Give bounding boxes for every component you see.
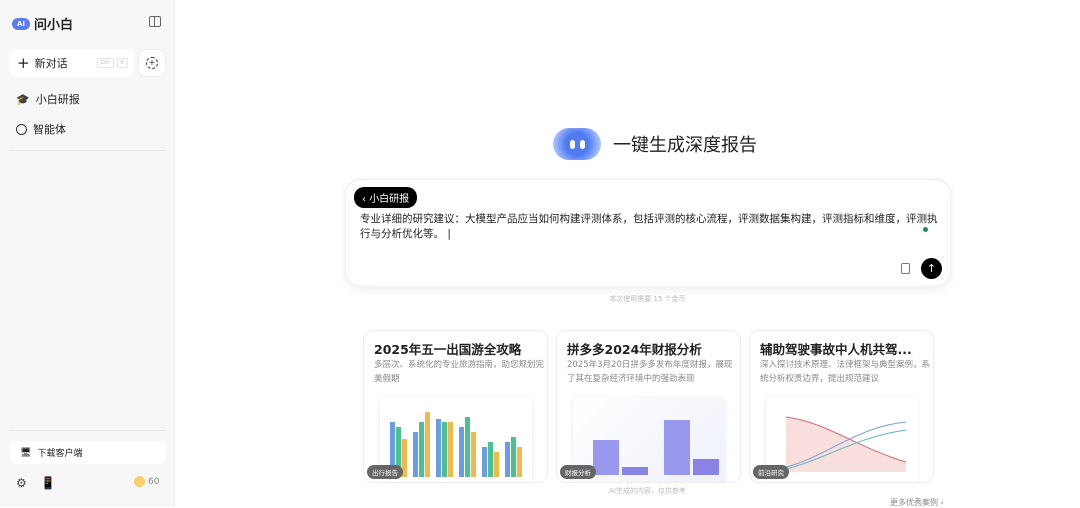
thumb-bar [448, 422, 453, 477]
thumb-bar [425, 412, 430, 477]
thumb-bar [664, 420, 690, 475]
sidebar: AI 问小白 + 新对话 Ctrl K + 🎓 小白研报 智能体 🖥 下载客户端 ⚙ 📱 60 [0, 0, 175, 507]
card-desc: 2025年3月20日拼多多发布年度财报，展现了其在复杂经济环境中的强劲表现 [567, 360, 733, 384]
mode-pill-label: 小白研报 [369, 194, 410, 205]
sidebar-item-label: 小白研报 [35, 93, 80, 106]
example-card[interactable]: 2025年五一出国游全攻略 多层次、系统化的专业旅游指南，助您规划完美假期 出行… [363, 330, 548, 483]
thumb-bar [517, 447, 522, 477]
shortcut-key: K [116, 58, 128, 68]
more-examples-link[interactable]: 更多优秀案例 › [890, 497, 944, 508]
plus-icon: + [17, 54, 30, 72]
sidebar-item-agents[interactable]: 智能体 [16, 121, 66, 137]
thumb-bar [459, 427, 464, 477]
sidebar-item-label: 智能体 [33, 123, 66, 136]
card-tag: 财报分析 [560, 465, 596, 479]
disclaimer: AI生成的内容，仅供参考 [609, 487, 686, 495]
card-title: 辅助驾驶事故中人机共驾... [760, 342, 912, 357]
card-title: 2025年五一出国游全攻略 [374, 342, 522, 357]
prompt-box[interactable]: ‹ 小白研报 专业详细的研究建议：大模型产品应当如何构建评测体系，包括评测的核心… [345, 179, 951, 287]
prompt-input[interactable]: 专业详细的研究建议：大模型产品应当如何构建评测体系，包括评测的核心流程，评测数据… [360, 212, 940, 242]
new-chat-button[interactable]: + 新对话 Ctrl K [9, 49, 134, 77]
thumb-bar [419, 422, 424, 477]
card-desc: 深入探讨技术原理、法律框架与典型案例，系统分析权责边界，提出规范建议 [760, 360, 931, 384]
thumb-bar [593, 440, 619, 475]
thumb-bar [511, 437, 516, 477]
hero-title: 一键生成深度报告 [613, 135, 757, 156]
example-card[interactable]: 拼多多2024年财报分析 2025年3月20日拼多多发布年度财报，展现了其在复杂… [556, 330, 741, 483]
mode-pill[interactable]: ‹ 小白研报 [354, 187, 418, 208]
logo-icon: AI [12, 17, 30, 30]
thumb-bar [413, 432, 418, 477]
robot-icon [16, 123, 27, 135]
monitor-download-icon: 🖥 [20, 447, 32, 458]
card-desc: 多层次、系统化的专业旅游指南，助您规划完美假期 [374, 360, 545, 384]
app-name: 问小白 [34, 18, 74, 33]
thumb-bar [436, 419, 441, 477]
download-label: 下载客户端 [37, 449, 83, 459]
card-tag: 出行报告 [367, 465, 403, 479]
thumb-bar [505, 442, 510, 477]
thumb-bar [471, 432, 476, 477]
prompt-text: 专业详细的研究建议：大模型产品应当如何构建评测体系，包括评测的核心流程，评测数据… [360, 213, 938, 240]
logo[interactable]: AI 问小白 [12, 14, 73, 33]
divider [9, 430, 166, 431]
thumb-bar [488, 442, 493, 477]
card-title: 拼多多2024年财报分析 [567, 342, 702, 357]
thumb-bar [494, 452, 499, 477]
cost-hint: 本次使用需要 15 个金币 [609, 295, 686, 303]
new-session-button[interactable]: + [138, 49, 166, 77]
send-button[interactable]: ↑ [921, 258, 942, 279]
example-card[interactable]: 辅助驾驶事故中人机共驾... 深入探讨技术原理、法律框架与典型案例，系统分析权责… [749, 330, 934, 483]
thumb-bar [482, 447, 487, 477]
thumb-bar [693, 459, 719, 475]
sidebar-toggle-icon[interactable] [149, 16, 161, 27]
thumb-bar [465, 417, 470, 477]
thumb-bar [622, 467, 648, 475]
status-dot [923, 227, 928, 232]
mascot-icon [553, 128, 601, 160]
shortcut-key: Ctrl [96, 58, 114, 68]
divider [9, 150, 166, 151]
download-client-button[interactable]: 🖥 下载客户端 [10, 441, 166, 464]
hero: 一键生成深度报告 [553, 128, 757, 160]
attach-icon[interactable] [901, 263, 910, 274]
sidebar-item-research[interactable]: 🎓 小白研报 [16, 91, 80, 107]
thumb-bar [442, 422, 447, 477]
coin-count: 60 [148, 476, 160, 487]
add-circle-icon: + [146, 57, 158, 69]
card-tag: 前沿研究 [753, 465, 789, 479]
new-chat-label: 新对话 [34, 57, 68, 70]
graduation-cap-icon: 🎓 [16, 92, 30, 106]
